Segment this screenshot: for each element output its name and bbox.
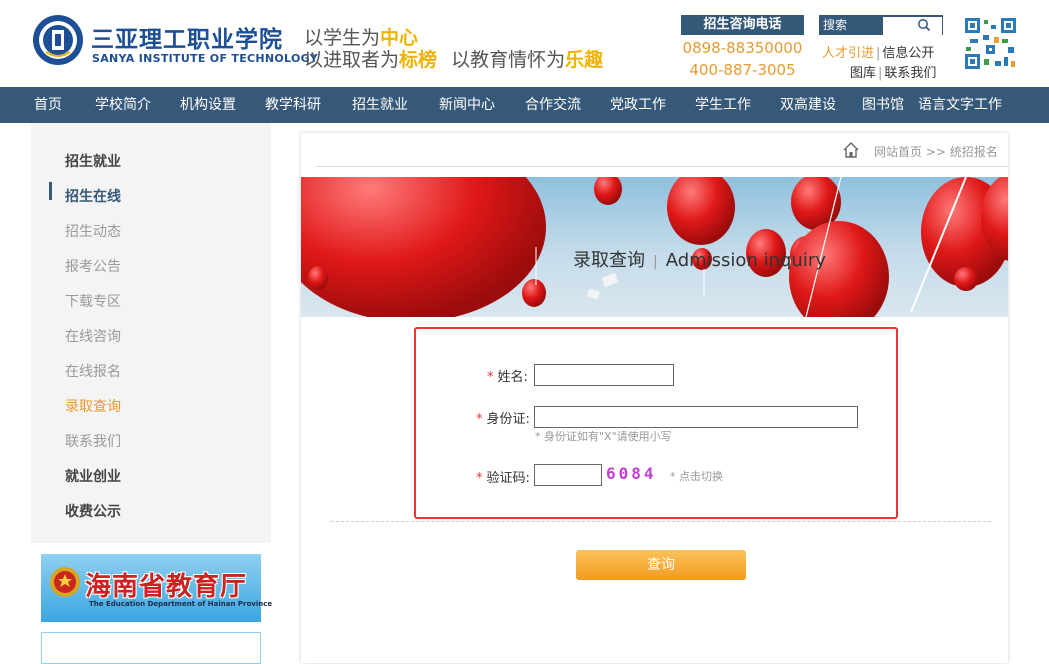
qr-code-icon [964,17,1017,70]
motto-highlight: 标榜 [399,49,438,71]
breadcrumb-divider [316,166,1008,167]
sidebar-item-admissions-online[interactable]: 招生在线 [65,186,121,206]
hotline-label: 招生咨询电话 [681,15,804,35]
search-input[interactable] [883,17,942,35]
hotline-phone-1: 0898-88350000 [682,39,803,57]
top-links-row-1: 人才引进 | 信息公开 [822,42,934,61]
sidebar-heading-admissions[interactable]: 招生就业 [65,151,121,171]
sidebar-item-exam-notices[interactable]: 报考公告 [65,256,121,276]
school-name-en: SANYA INSTITUTE OF TECHNOLOGY [92,52,318,65]
captcha-input[interactable] [534,464,602,486]
info-disclosure-link[interactable]: 信息公开 [882,46,934,61]
nav-item-double-high[interactable]: 双高建设 [780,87,836,123]
motto-line-2: 以进取者为标榜 以教育情怀为乐趣 [304,45,603,72]
page-banner: 录取查询 | Admission inquiry [301,177,1008,317]
sidebar-heading-fees[interactable]: 收费公示 [65,501,121,521]
school-logo-icon[interactable] [32,14,84,66]
sidebar-item-online-consult[interactable]: 在线咨询 [65,326,121,346]
name-input[interactable] [534,364,674,386]
motto-highlight: 乐趣 [565,49,604,71]
sidebar-item-admissions-news[interactable]: 招生动态 [65,221,121,241]
sidebar-item-admission-query[interactable]: 录取查询 [65,396,121,416]
nav-item-admissions-employment[interactable]: 招生就业 [352,87,408,123]
motto-text: 以教育情怀为 [451,49,566,71]
form-divider [331,521,991,522]
search-box: 搜索 [819,15,943,35]
talent-link[interactable]: 人才引进 [822,46,874,61]
name-label-text: 姓名: [497,370,528,385]
site-header: 三亚理工职业学院 SANYA INSTITUTE OF TECHNOLOGY 以… [0,0,1049,87]
breadcrumb-current: 统招报名 [949,145,998,159]
captcha-refresh-hint[interactable]: * 点击切换 [670,468,723,484]
breadcrumb-home[interactable]: 网站首页 [874,145,922,159]
required-mark: * [476,412,483,427]
hotline-phone-2: 400-887-3005 [689,61,796,79]
id-label: * 身份证: [476,408,530,427]
breadcrumb-separator: >> [925,145,946,159]
breadcrumb: 网站首页 >> 统招报名 [874,143,998,160]
search-icon[interactable] [915,18,933,32]
nav-item-teaching-research[interactable]: 教学科研 [265,87,321,123]
motto-text: 以进取者为 [304,49,400,71]
banner-title-divider: | [653,254,658,270]
sidebar-item-downloads[interactable]: 下载专区 [65,291,121,311]
national-emblem-icon [50,567,80,597]
captcha-label-text: 验证码: [486,471,530,486]
sidebar-item-online-register[interactable]: 在线报名 [65,361,121,381]
main-nav: 首页 学校简介 机构设置 教学科研 招生就业 新闻中心 合作交流 党政工作 学生… [0,87,1049,123]
name-label: * 姓名: [487,366,528,385]
nav-item-cooperation[interactable]: 合作交流 [525,87,581,123]
nav-item-news[interactable]: 新闻中心 [439,87,495,123]
id-number-input[interactable] [534,406,858,428]
edu-department-banner[interactable]: 海南省教育厅 The Education Department of Haina… [41,554,272,622]
top-links-row-2: 图库 | 联系我们 [850,62,936,81]
gallery-link[interactable]: 图库 [850,66,876,81]
edu-banner-title: 海南省教育厅 [85,572,248,602]
id-label-text: 身份证: [486,412,530,427]
required-mark: * [476,471,483,486]
link-separator: | [876,46,881,61]
nav-item-departments[interactable]: 机构设置 [180,87,236,123]
sidebar-item-contact[interactable]: 联系我们 [65,431,121,451]
id-hint: * 身份证如有"X"请使用小写 [535,430,672,443]
nav-item-home[interactable]: 首页 [34,87,62,123]
captcha-label: * 验证码: [476,467,530,486]
required-mark: * [487,370,494,385]
query-button[interactable]: 查询 [576,550,746,580]
sidebar-link-box[interactable] [41,632,261,664]
contact-link[interactable]: 联系我们 [884,66,936,81]
nav-item-about[interactable]: 学校简介 [95,87,151,123]
home-icon[interactable] [842,141,860,159]
banner-title-en: Admission inquiry [665,250,826,271]
sidebar-heading-employment[interactable]: 就业创业 [65,466,121,486]
link-separator: | [878,66,883,81]
search-label: 搜索 [823,18,848,32]
nav-item-party-admin[interactable]: 党政工作 [610,87,666,123]
school-name-cn[interactable]: 三亚理工职业学院 [91,20,283,54]
nav-item-student-affairs[interactable]: 学生工作 [695,87,751,123]
edu-banner-subtitle: The Education Department of Hainan Provi… [89,600,273,608]
active-marker [49,182,52,200]
sidebar: 招生就业 招生在线 招生动态 报考公告 下载专区 在线咨询 在线报名 录取查询 … [31,123,271,543]
nav-item-library[interactable]: 图书馆 [862,87,904,123]
nav-item-language[interactable]: 语言文字工作 [918,87,1002,123]
banner-title-cn: 录取查询 [573,250,645,271]
banner-title: 录取查询 | Admission inquiry [573,246,826,272]
captcha-image[interactable]: 6084 [606,464,657,483]
